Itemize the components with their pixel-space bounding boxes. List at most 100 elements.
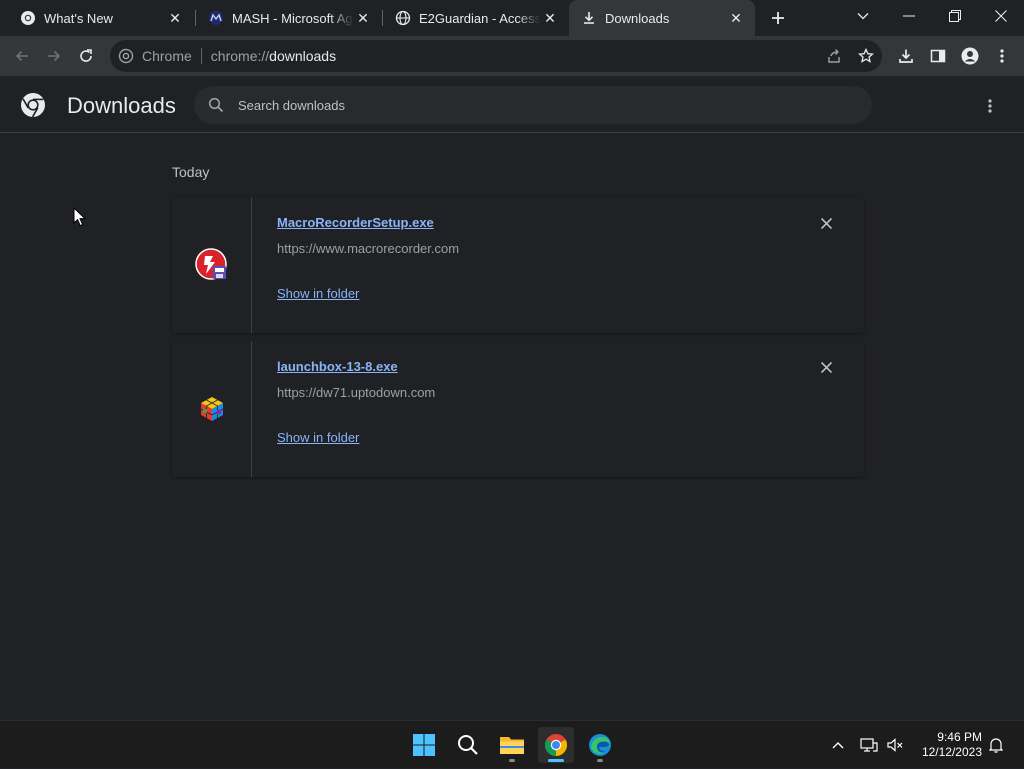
chrome-menu-button[interactable]: [988, 42, 1016, 70]
search-icon: [458, 735, 478, 755]
chevron-down-icon: [857, 13, 869, 20]
show-in-folder-link[interactable]: Show in folder: [277, 286, 359, 301]
back-button[interactable]: [8, 42, 36, 70]
download-filename-link[interactable]: MacroRecorderSetup.exe: [277, 215, 434, 230]
omnibox-chip-label: Chrome: [142, 48, 192, 64]
arrow-right-icon: [48, 50, 61, 62]
restore-icon: [949, 10, 961, 22]
macrorecorder-app-icon: [194, 248, 227, 280]
url-host: downloads: [269, 48, 337, 64]
download-icon: [581, 10, 597, 26]
tab-strip: What's New ✕ MASH - Microsoft Agent ✕ E2…: [0, 0, 1024, 36]
close-icon: [820, 217, 832, 229]
browser-toolbar: Chrome chrome://downloads: [0, 36, 1024, 76]
download-source-url[interactable]: https://www.macrorecorder.com: [277, 241, 459, 256]
profile-icon: [961, 47, 979, 65]
download-filename-link[interactable]: launchbox-13-8.exe: [277, 359, 398, 374]
file-icon-column: [172, 341, 252, 477]
downloads-menu-button[interactable]: [978, 94, 1002, 118]
minimize-button[interactable]: [886, 0, 932, 32]
running-indicator: [509, 759, 515, 762]
tab-close-icon[interactable]: ✕: [166, 9, 184, 27]
download-source-url[interactable]: https://dw71.uptodown.com: [277, 385, 435, 400]
omnibox-separator: [200, 48, 202, 64]
mouse-cursor-icon: [73, 207, 87, 227]
side-panel-icon: [930, 49, 946, 63]
clock-time: 9:46 PM: [937, 730, 982, 744]
remove-download-button[interactable]: [816, 357, 836, 377]
downloads-toolbar-button[interactable]: [892, 42, 920, 70]
forward-button[interactable]: [40, 42, 68, 70]
search-input[interactable]: [238, 97, 838, 113]
taskbar-search-button[interactable]: [450, 727, 486, 763]
tab-title: E2Guardian - Access Denied: [419, 10, 541, 26]
reload-button[interactable]: [72, 42, 100, 70]
profile-button[interactable]: [956, 42, 984, 70]
windows-logo-icon: [413, 734, 435, 756]
chrome-icon: [545, 734, 567, 756]
tab-title: What's New: [44, 10, 113, 26]
download-item: launchbox-13-8.exe https://dw71.uptodown…: [172, 341, 864, 477]
tab-title: Downloads: [605, 10, 670, 26]
chrome-icon: [20, 10, 36, 26]
close-icon: [995, 10, 1007, 22]
chrome-icon: [118, 48, 134, 64]
side-panel-button[interactable]: [924, 42, 952, 70]
bookmark-button[interactable]: [852, 42, 880, 70]
site-info-chip[interactable]: Chrome: [110, 48, 192, 64]
arrow-left-icon: [15, 50, 28, 62]
chrome-taskbar-button[interactable]: [538, 727, 574, 763]
tab-close-icon[interactable]: ✕: [354, 9, 372, 27]
globe-icon: [395, 10, 411, 26]
tab-close-icon[interactable]: ✕: [727, 9, 745, 27]
system-clock[interactable]: 9:46 PM 12/12/2023: [912, 730, 982, 760]
tab-close-icon[interactable]: ✕: [541, 9, 559, 27]
search-downloads-box[interactable]: [194, 86, 872, 124]
tab-whats-new[interactable]: What's New ✕: [0, 0, 194, 36]
close-window-button[interactable]: [978, 0, 1024, 32]
edge-taskbar-button[interactable]: [582, 727, 618, 763]
tab-mash[interactable]: MASH - Microsoft Agent ✕: [196, 0, 382, 36]
more-vert-icon: [988, 99, 992, 113]
close-icon: [820, 361, 832, 373]
start-button[interactable]: [406, 727, 442, 763]
url-scheme: chrome://: [210, 48, 270, 64]
download-icon: [899, 49, 913, 63]
tab-title: MASH - Microsoft Agent: [232, 10, 354, 26]
chrome-logo-icon: [21, 93, 45, 118]
network-status-button[interactable]: [858, 721, 880, 769]
folder-icon: [500, 737, 524, 754]
clock-date: 12/12/2023: [921, 745, 982, 759]
new-tab-button[interactable]: [764, 4, 792, 32]
file-explorer-button[interactable]: [494, 727, 530, 763]
reload-icon: [80, 49, 92, 62]
show-hidden-icons-button[interactable]: [828, 721, 848, 769]
tab-downloads[interactable]: Downloads ✕: [569, 0, 755, 36]
more-vert-icon: [1000, 49, 1004, 63]
tab-e2guardian[interactable]: E2Guardian - Access Denied ✕: [383, 0, 569, 36]
network-icon: [860, 738, 878, 752]
volume-button[interactable]: [884, 721, 906, 769]
search-icon: [206, 95, 226, 115]
star-icon: [858, 48, 874, 63]
notifications-button[interactable]: [986, 721, 1006, 769]
download-item: MacroRecorderSetup.exe https://www.macro…: [172, 197, 864, 333]
bell-icon: [989, 738, 1003, 753]
tab-search-button[interactable]: [840, 0, 886, 32]
downloads-list: Today MacroRecorderSetup.exe https://www…: [0, 133, 1024, 720]
speaker-muted-icon: [887, 738, 903, 752]
downloads-header: Downloads: [0, 76, 1024, 133]
minimize-icon: [903, 15, 915, 17]
show-in-folder-link[interactable]: Show in folder: [277, 430, 359, 445]
windows-taskbar: 9:46 PM 12/12/2023: [0, 720, 1024, 768]
file-icon-column: [172, 197, 252, 333]
date-group-label: Today: [172, 164, 210, 180]
share-button[interactable]: [820, 42, 848, 70]
address-bar[interactable]: Chrome chrome://downloads: [110, 40, 882, 72]
remove-download-button[interactable]: [816, 213, 836, 233]
mash-icon: [208, 10, 224, 26]
restore-button[interactable]: [932, 0, 978, 32]
active-indicator: [548, 759, 564, 762]
share-icon: [828, 49, 840, 63]
chevron-up-icon: [832, 742, 844, 749]
